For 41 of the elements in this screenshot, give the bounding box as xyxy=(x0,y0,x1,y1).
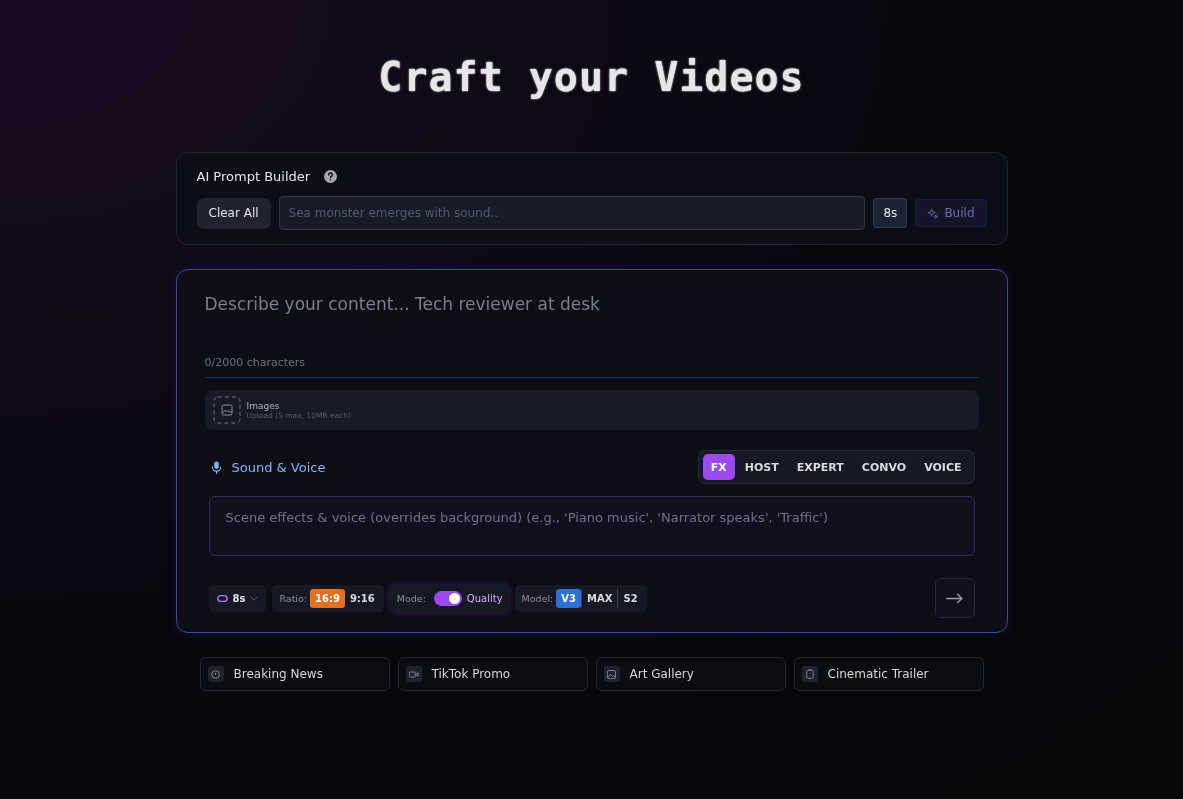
arrow-right-icon xyxy=(945,592,964,604)
preset-button[interactable]: Breaking News xyxy=(199,657,390,691)
description-field[interactable]: Describe your content... Tech reviewer at desk xyxy=(204,294,979,356)
model-option[interactable]: V3 xyxy=(556,588,582,608)
submit-button[interactable] xyxy=(934,578,975,618)
sound-field[interactable]: Scene effects & voice (overrides background) (e.g., 'Piano music', 'Narrator speaks', 'Traffic') xyxy=(208,496,975,556)
help-icon[interactable] xyxy=(324,170,338,183)
model-option[interactable]: MAX xyxy=(581,588,618,608)
builder-heading: AI Prompt Builder xyxy=(196,169,311,184)
clock-icon xyxy=(207,666,224,682)
upload-title: Images xyxy=(246,400,281,411)
clear-all-button[interactable]: Clear All xyxy=(196,197,271,229)
duration-button[interactable]: 8s xyxy=(873,198,908,228)
character-count: 0/2000 characters xyxy=(204,356,307,369)
sound-mode-tab[interactable]: CONVO xyxy=(853,454,915,480)
mode-value: Quality xyxy=(466,592,503,604)
sound-mode-tab[interactable]: EXPERT xyxy=(788,454,852,480)
preset-button[interactable]: Art Gallery xyxy=(595,657,786,691)
ratio-option[interactable]: 9:16 xyxy=(344,588,380,608)
mode-toggle[interactable] xyxy=(433,590,462,606)
pill-icon xyxy=(216,594,228,602)
chevron-down-icon xyxy=(250,595,259,601)
image-upload-icon xyxy=(212,396,241,424)
sound-mode-tab[interactable]: HOST xyxy=(736,454,787,480)
image-icon xyxy=(603,666,620,682)
preset-button[interactable]: TikTok Promo xyxy=(397,657,588,691)
sparkle-icon xyxy=(927,207,939,219)
model-label: Model: xyxy=(521,592,554,604)
duration-select[interactable]: 8s xyxy=(208,584,267,612)
microphone-icon xyxy=(210,460,222,474)
preset-button[interactable]: Cinematic Trailer xyxy=(793,657,984,691)
mode-label: Mode: xyxy=(396,592,426,604)
page-title: Craft your Videos xyxy=(378,53,805,102)
model-option[interactable]: S2 xyxy=(617,588,643,608)
clipboard-icon xyxy=(801,666,818,682)
prompt-input-field[interactable]: Sea monster emerges with sound.. xyxy=(278,196,866,230)
sound-mode-tab[interactable]: FX xyxy=(702,454,735,480)
ratio-label: Ratio: xyxy=(279,592,307,604)
video-camera-icon xyxy=(405,666,422,682)
sound-voice-heading: Sound & Voice xyxy=(231,459,326,475)
sound-mode-tab[interactable]: VOICE xyxy=(916,454,970,480)
